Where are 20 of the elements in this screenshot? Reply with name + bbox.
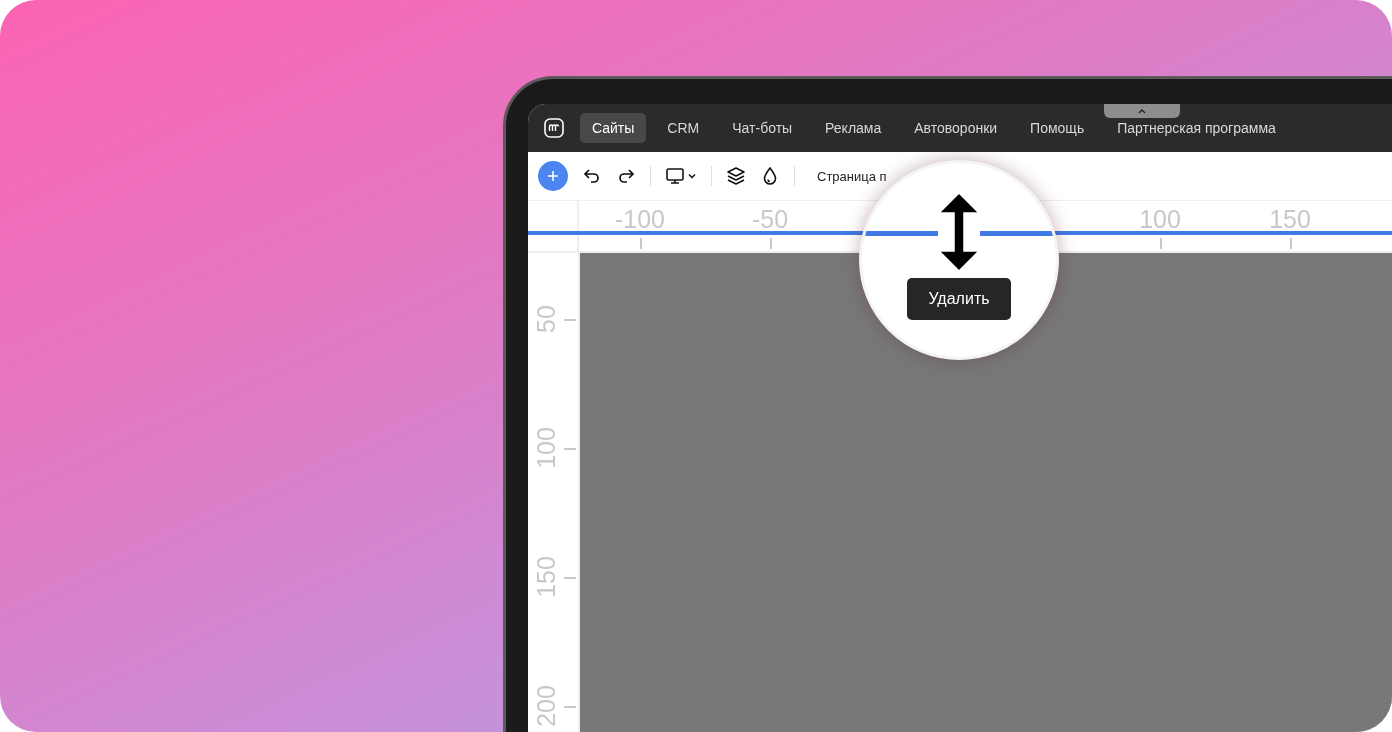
- logo-icon: [544, 118, 564, 138]
- device-dropdown[interactable]: [665, 166, 697, 186]
- monitor-icon: [665, 166, 685, 186]
- page-label: Страница п: [817, 168, 887, 184]
- nav-tab[interactable]: Чат-боты: [720, 113, 805, 143]
- nav-tab[interactable]: Автоворонки: [902, 113, 1010, 143]
- nav-tab[interactable]: Помощь: [1018, 113, 1097, 143]
- nav-tab[interactable]: Партнерская программа: [1105, 113, 1288, 143]
- plus-icon: [547, 170, 559, 182]
- add-button[interactable]: [538, 161, 568, 191]
- chevron-down-icon: [687, 171, 697, 181]
- nav-tab[interactable]: CRM: [655, 113, 712, 143]
- nav-tab[interactable]: Сайты: [580, 113, 647, 143]
- nav-tab[interactable]: Реклама: [813, 113, 894, 143]
- tooltip: Удалить: [907, 278, 1011, 320]
- layers-icon[interactable]: [726, 166, 746, 186]
- redo-icon[interactable]: [616, 166, 636, 186]
- collapse-handle[interactable]: [1104, 104, 1180, 118]
- caret-icon: [1137, 108, 1147, 114]
- undo-icon[interactable]: [582, 166, 602, 186]
